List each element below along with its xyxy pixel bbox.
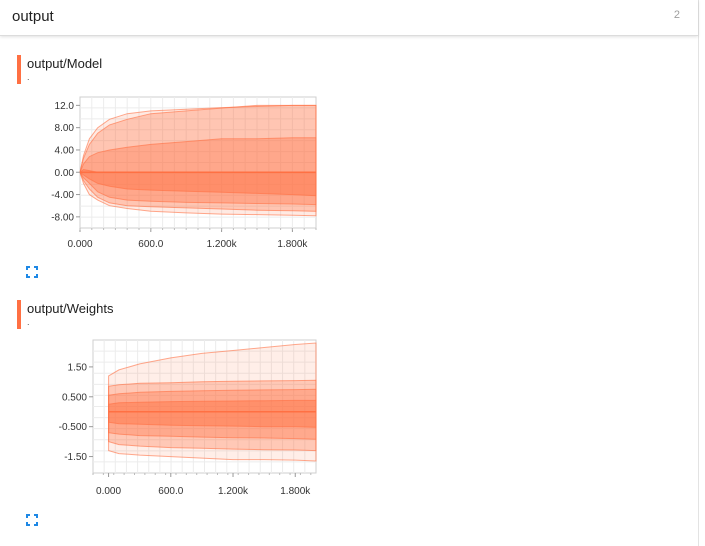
y-tick-label: -1.50 [64,452,87,463]
x-tick-label: 0.000 [96,486,121,497]
x-tick-label: 600.0 [158,486,183,497]
expand-icon[interactable] [26,513,38,526]
panel-count: 2 [673,9,680,21]
weights-chart[interactable]: 1.50 0.500 -0.500 -1.50 0.000 600.0 1.200k 1.80… [0,0,340,520]
output-panel: output 2 output/Model . 12.0 8.00 4.00 0.00… [0,0,699,546]
distribution-band-p69 [108,399,317,428]
y-tick-label: 0.500 [62,392,87,403]
y-tick-label: -0.500 [59,422,88,433]
x-tick-label: 1.200k [218,486,249,497]
x-tick-label: 1.800k [280,486,311,497]
chart-card-weights: output/Weights . 1.50 0.500 -0.500 -1.50 0.0… [0,0,340,526]
y-tick-label: 1.50 [68,362,88,373]
